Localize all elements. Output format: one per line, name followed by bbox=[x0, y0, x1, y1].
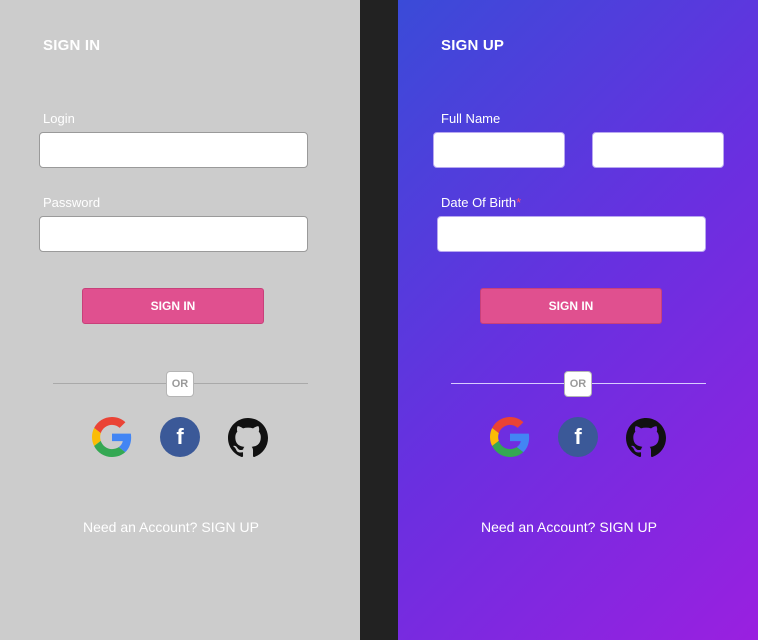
github-icon[interactable] bbox=[228, 418, 268, 458]
dob-label: Date Of Birth* bbox=[441, 195, 521, 210]
sign-up-title: SIGN UP bbox=[441, 37, 505, 54]
facebook-icon[interactable]: f bbox=[160, 417, 200, 457]
password-input[interactable] bbox=[39, 216, 308, 252]
github-icon[interactable] bbox=[626, 418, 666, 458]
facebook-circle: f bbox=[558, 417, 598, 457]
or-badge: OR bbox=[166, 371, 194, 397]
footer-text: Need an Account? bbox=[481, 519, 596, 535]
sign-up-footer: Need an Account? SIGN UP bbox=[481, 519, 657, 535]
facebook-circle: f bbox=[160, 417, 200, 457]
dob-label-text: Date Of Birth bbox=[441, 195, 517, 210]
dob-input[interactable] bbox=[437, 216, 706, 252]
login-label: Login bbox=[43, 111, 75, 126]
sign-in-button[interactable]: SIGN IN bbox=[82, 288, 264, 324]
password-label: Password bbox=[43, 195, 101, 210]
sign-up-link[interactable]: SIGN UP bbox=[599, 519, 657, 535]
sign-in-title: SIGN IN bbox=[43, 37, 101, 54]
google-icon[interactable] bbox=[92, 417, 132, 457]
sign-up-panel: SIGN UP Full Name Date Of Birth* SIGN IN… bbox=[398, 0, 758, 640]
facebook-icon[interactable]: f bbox=[558, 417, 598, 457]
sign-up-link[interactable]: SIGN UP bbox=[201, 519, 259, 535]
or-badge: OR bbox=[564, 371, 592, 397]
facebook-glyph: f bbox=[574, 424, 582, 449]
full-name-label: Full Name bbox=[441, 111, 501, 126]
google-icon[interactable] bbox=[490, 417, 530, 457]
sign-in-footer: Need an Account? SIGN UP bbox=[83, 519, 259, 535]
login-input[interactable] bbox=[39, 132, 308, 168]
footer-text: Need an Account? bbox=[83, 519, 198, 535]
facebook-glyph: f bbox=[176, 424, 184, 449]
sign-up-submit-button[interactable]: SIGN IN bbox=[480, 288, 662, 324]
panel-separator bbox=[360, 0, 398, 640]
sign-in-panel: SIGN IN Login Password SIGN IN OR f Need… bbox=[0, 0, 360, 640]
first-name-input[interactable] bbox=[433, 132, 565, 168]
required-marker: * bbox=[516, 195, 522, 210]
last-name-input[interactable] bbox=[592, 132, 724, 168]
